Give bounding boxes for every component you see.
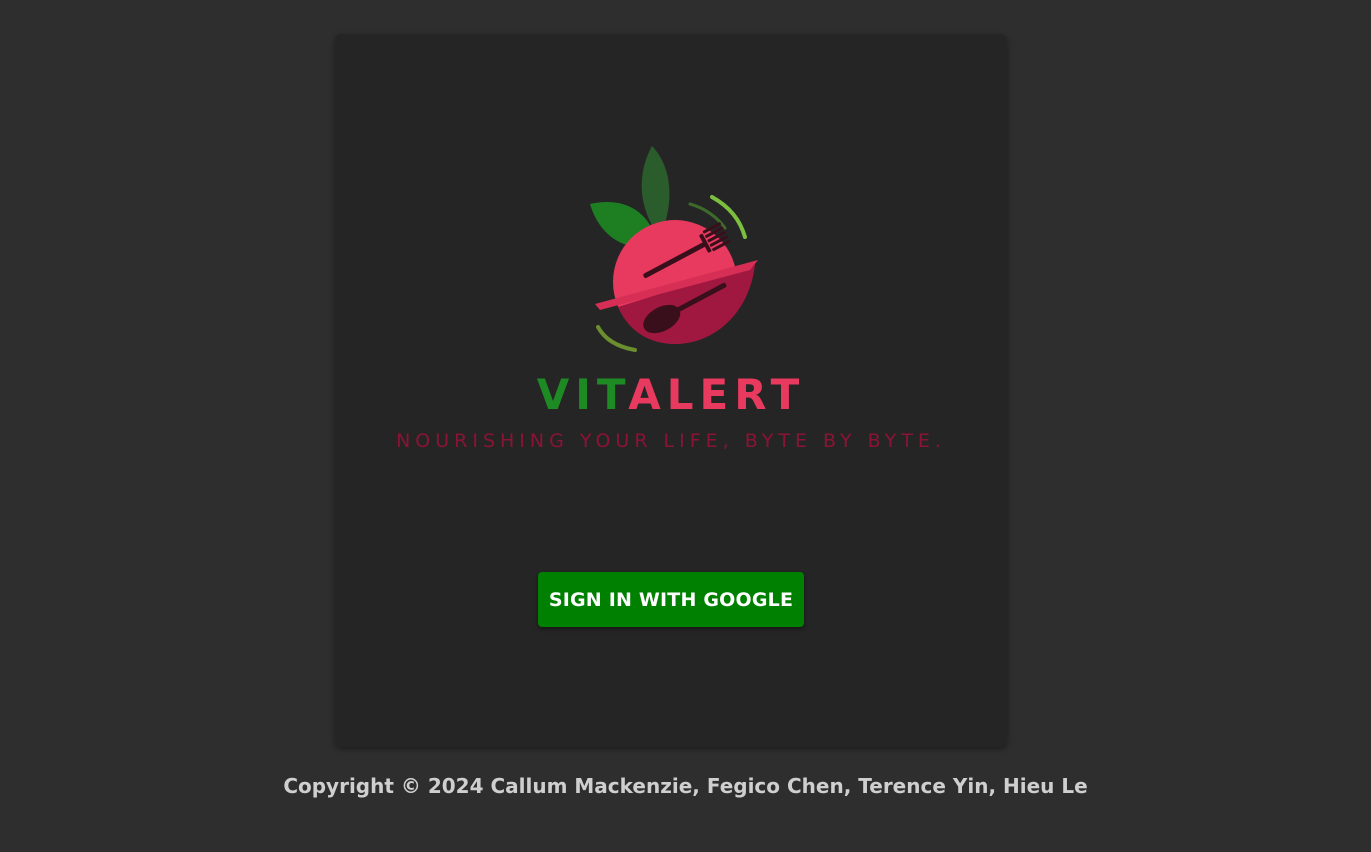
login-card: VITALERT NOURISHING YOUR LIFE, BYTE BY B…	[335, 34, 1007, 747]
brand-name-vit: VIT	[536, 370, 629, 419]
apple-fork-spoon-icon	[590, 146, 758, 352]
brand-name-alert: ALERT	[628, 370, 806, 419]
brand-name: VITALERT	[335, 374, 1007, 416]
brand-tagline: NOURISHING YOUR LIFE, BYTE BY BYTE.	[396, 430, 946, 452]
copyright-footer: Copyright © 2024 Callum Mackenzie, Fegic…	[283, 774, 1088, 798]
sign-in-with-google-button[interactable]: SIGN IN WITH GOOGLE	[538, 572, 804, 627]
